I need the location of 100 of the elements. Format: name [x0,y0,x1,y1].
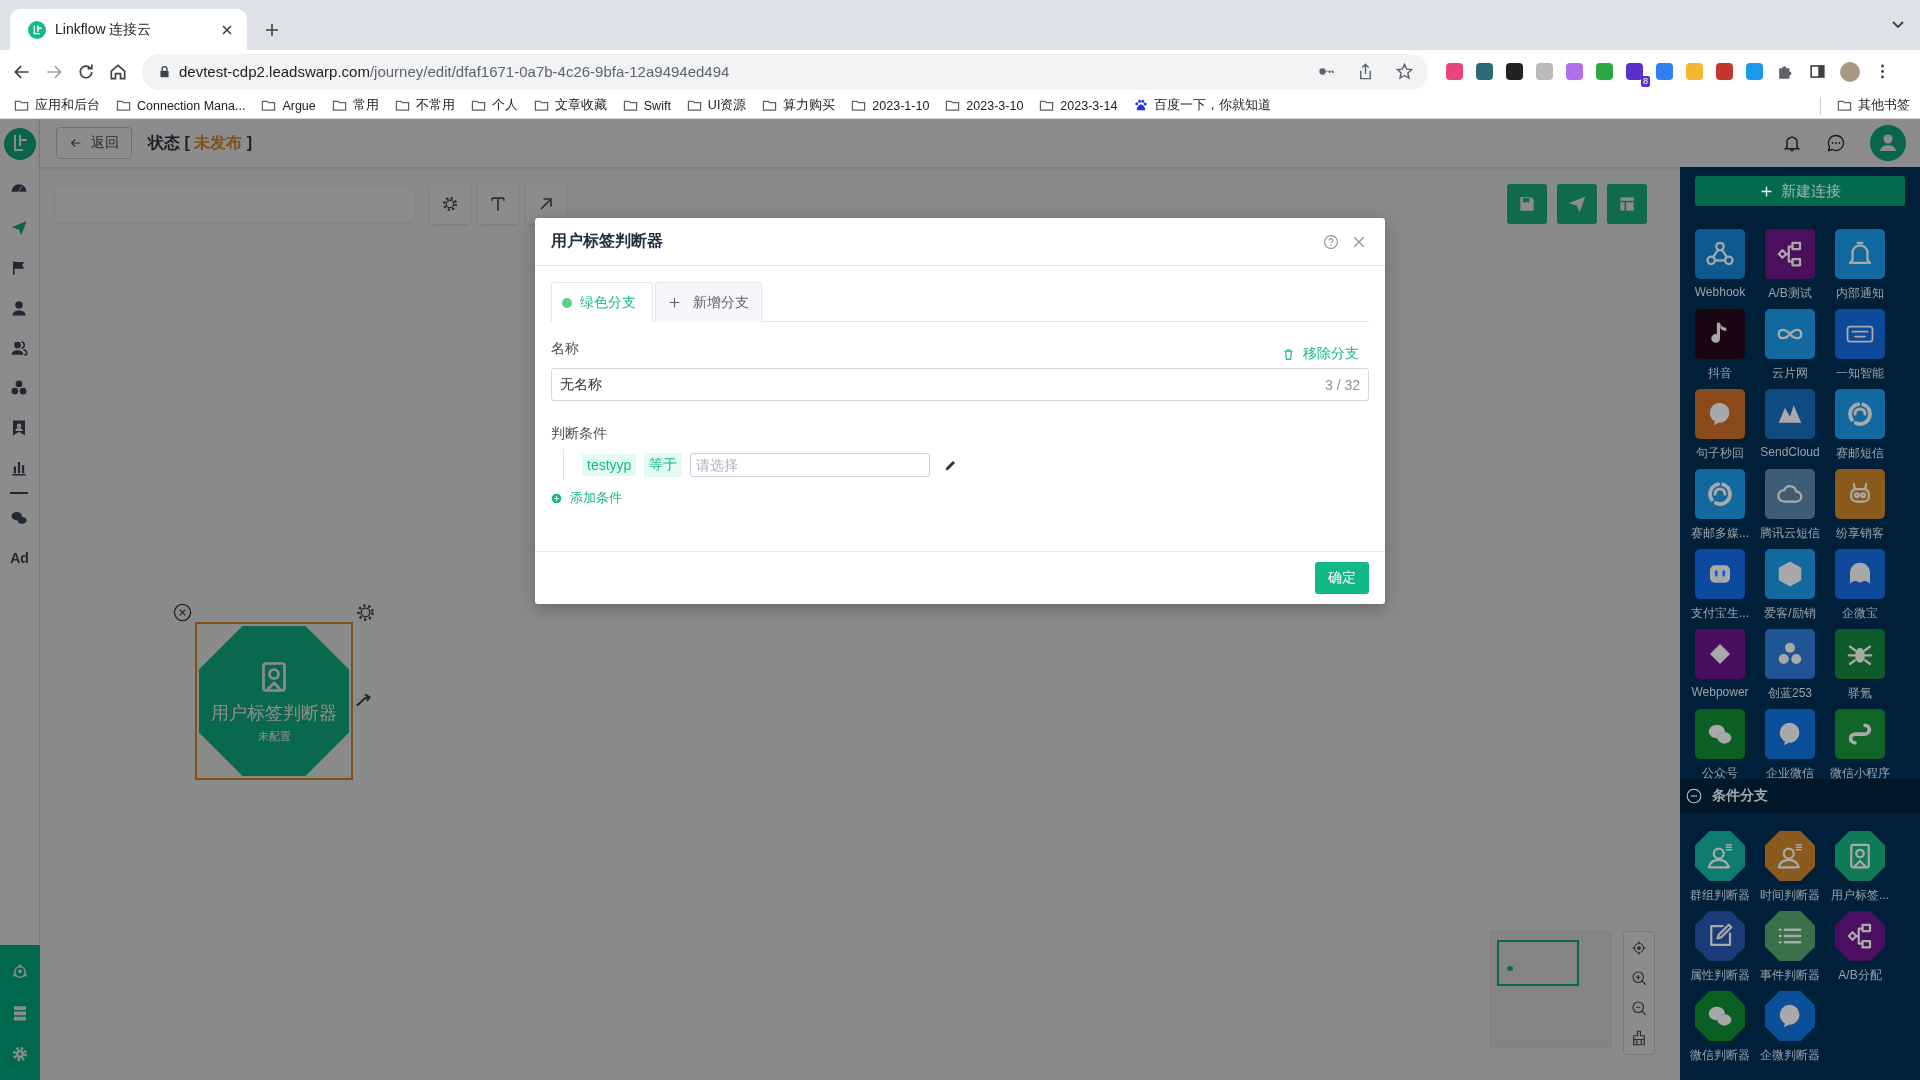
plus-icon [1759,184,1773,198]
connector-tile[interactable] [1695,389,1745,439]
bookmark[interactable]: 百度一下，你就知道 [1133,97,1272,114]
sidebar-item[interactable] [10,298,29,318]
connector-tile[interactable] [1835,309,1885,359]
condition-tile[interactable] [1695,831,1745,881]
condition-tile[interactable] [1695,911,1745,961]
zoom-in-icon[interactable] [1630,969,1648,987]
folder-icon [261,98,277,113]
bookmark[interactable]: 常用 [331,97,379,114]
condition-label: 群组判断器 [1690,887,1750,904]
new-tab-icon[interactable] [264,22,280,38]
value-select[interactable]: 请选择 [690,453,931,477]
avatar-icon[interactable] [1870,125,1906,161]
bookmark[interactable]: 个人 [470,97,518,114]
condition-tile[interactable] [1765,831,1815,881]
bookmark[interactable]: 文章收藏 [533,97,607,114]
bookmark[interactable]: Swift [622,98,671,113]
text-tool-icon [488,194,508,214]
folder-icon [1039,98,1055,113]
tab-title: Linkflow 连接云 [55,20,153,39]
connector-tile[interactable] [1765,629,1815,679]
layout-icon [1617,194,1637,214]
locate-icon[interactable] [1630,939,1648,957]
paw-icon [1133,98,1149,113]
bookmark[interactable]: 2023-3-14 [1039,98,1118,113]
connector-tile[interactable] [1765,549,1815,599]
connector-label: SendCloud [1760,445,1820,459]
connector-tile[interactable] [1835,549,1885,599]
bookmark[interactable]: 算力购买 [762,97,836,114]
connector-tile[interactable] [1695,709,1745,759]
chat-icon[interactable] [1826,133,1846,153]
sidebar-item[interactable] [10,338,29,358]
connector-label: 纷享销客 [1836,525,1884,542]
bookmark[interactable]: UI资源 [686,97,747,114]
connector-tile[interactable] [1695,629,1745,679]
connector-tile[interactable] [1765,469,1815,519]
edit-icon[interactable] [944,458,958,472]
connector-tile[interactable] [1695,309,1745,359]
condition-tile[interactable] [1695,991,1745,1041]
condition-tile[interactable] [1765,911,1815,961]
connector-tile[interactable] [1835,709,1885,759]
connector-tile[interactable] [1835,629,1885,679]
connector-tile[interactable] [1765,309,1815,359]
broom-icon[interactable] [1630,1029,1648,1047]
extension-icon[interactable] [1626,63,1643,80]
help-icon[interactable] [1323,233,1339,250]
people-icon [10,339,29,357]
extension-icon[interactable] [1506,63,1523,80]
side-panel-icon[interactable] [1808,62,1827,81]
address-bar[interactable]: devtest-cdp2.leadswarp.com/journey/edit/dfaf1671-0a7b-4c26-9bfa-12a9494ed494 [142,53,1428,90]
back-button[interactable]: 返回 [56,127,132,159]
name-field[interactable]: 无名称 3 / 32 [551,368,1369,401]
condition-tile[interactable] [1835,831,1885,881]
settings-button[interactable] [430,184,470,224]
connector-tile[interactable] [1695,469,1745,519]
close-icon[interactable] [173,603,192,622]
bookmark[interactable]: 其他书签 [1837,97,1910,114]
folder-icon [622,98,638,113]
bookmark[interactable]: 2023-3-10 [945,98,1024,113]
settings-icon[interactable] [355,602,376,623]
extension-badge: 8 [1641,76,1650,87]
collapse-icon [1686,788,1702,804]
extension-icon[interactable] [1476,63,1493,80]
connector-tile[interactable] [1835,229,1885,279]
condition-tile[interactable] [1835,911,1885,961]
connector-tile[interactable] [1765,389,1815,439]
connector-tile[interactable] [1765,709,1815,759]
connector-label: 赛邮短信 [1836,445,1884,462]
connector-tile[interactable] [1695,229,1745,279]
connector-tile[interactable] [1695,549,1745,599]
connector-tile[interactable] [1835,469,1885,519]
connector-label: 内部通知 [1836,285,1884,302]
node-title: 用户标签判断器 [211,701,337,725]
bookmark[interactable]: 不常用 [394,97,455,114]
connector-label: 公众号 [1702,765,1738,782]
person-list-icon [1775,841,1805,871]
profile-avatar[interactable] [1840,61,1860,82]
field-label: 名称 [551,340,579,358]
text-tool-button[interactable] [478,184,518,224]
bookmark[interactable]: Argue [261,98,316,113]
zoom-out-icon[interactable] [1630,999,1648,1017]
bar-chart-icon [10,459,29,477]
bookmark[interactable]: 2023-1-10 [851,98,930,113]
chat-bubbles-icon [10,509,29,527]
star-icon[interactable] [1395,62,1414,81]
browser-tab[interactable]: Linkflow 连接云 [10,9,247,50]
plus-icon [668,296,681,309]
connector-tile[interactable] [1835,389,1885,439]
bookmark[interactable]: 应用和后台 [14,97,100,114]
condition-tile[interactable] [1765,991,1815,1041]
connector-label: 句子秒回 [1696,445,1744,462]
arrow-left-icon [69,136,83,150]
section-header[interactable]: 条件分支 [1680,779,1920,813]
field-label: 判断条件 [551,425,608,443]
connector-tile[interactable] [1765,229,1815,279]
sidebar-item[interactable]: Ad [10,548,29,568]
cluster-icon [10,379,29,397]
branch-tab[interactable]: 新增分支 [655,282,762,322]
bookmark[interactable]: Connection Mana... [116,98,246,113]
